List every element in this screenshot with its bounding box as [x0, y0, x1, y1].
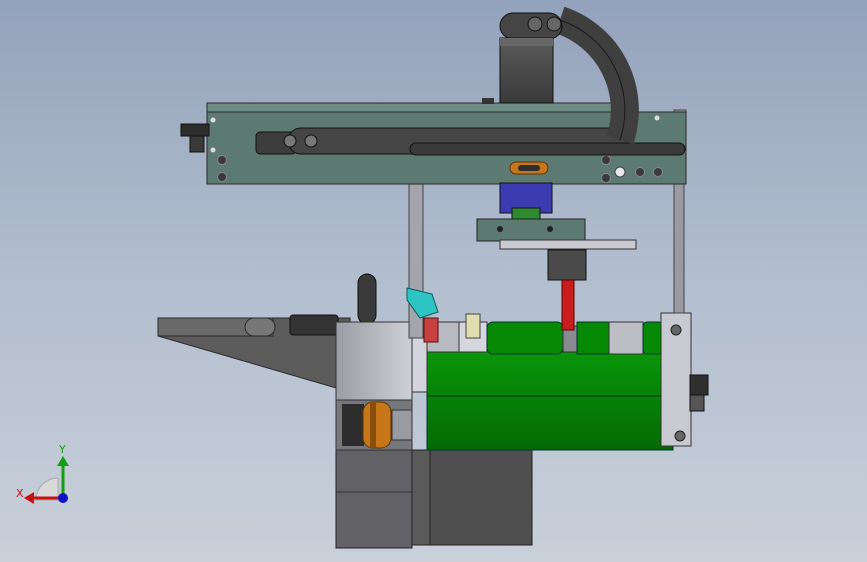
- drive-motor[interactable]: [335, 446, 533, 549]
- cad-model[interactable]: [0, 0, 867, 562]
- cable-carrier[interactable]: [255, 6, 686, 156]
- left-housing[interactable]: [335, 321, 413, 451]
- top-motor[interactable]: [499, 37, 554, 104]
- axis-triad-icon: [24, 456, 69, 504]
- right-side-plate[interactable]: [660, 144, 709, 447]
- y-axis-label: Y: [59, 443, 66, 456]
- x-axis-label: X: [16, 487, 24, 500]
- linear-actuator[interactable]: [476, 182, 637, 331]
- cad-viewport[interactable]: X Y: [0, 0, 867, 562]
- green-roller-assembly[interactable]: [411, 321, 674, 451]
